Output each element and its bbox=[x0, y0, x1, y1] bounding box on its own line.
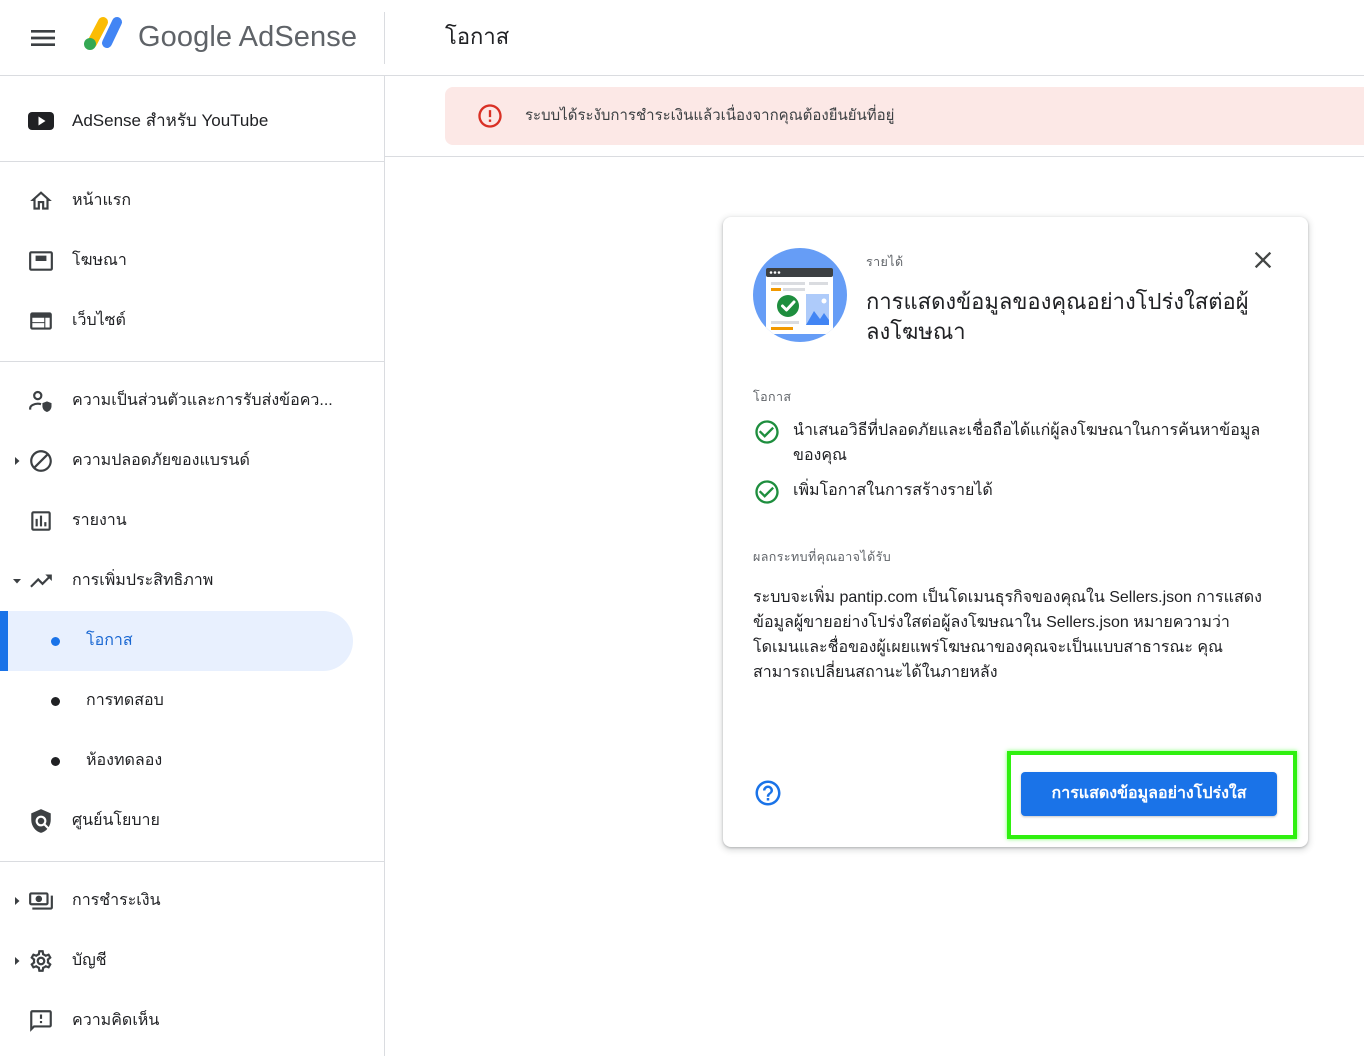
dot-icon bbox=[51, 697, 60, 706]
policy-icon bbox=[28, 808, 54, 834]
dot-icon bbox=[51, 757, 60, 766]
opportunity-card: รายได้ การแสดงข้อมูลของคุณอย่างโปร่งใสต่… bbox=[723, 217, 1308, 847]
trending-up-icon bbox=[28, 568, 54, 594]
sidebar-item-label: การเพิ่มประสิทธิภาพ bbox=[72, 572, 214, 589]
sidebar-item-label: ความคิดเห็น bbox=[72, 1012, 160, 1029]
sidebar-item-label: โฆษณา bbox=[72, 252, 127, 269]
sidebar-item-label: ความปลอดภัยของแบรนด์ bbox=[72, 452, 250, 469]
sidebar-item-label: เว็บไซต์ bbox=[72, 312, 126, 329]
check-circle-icon bbox=[753, 478, 781, 506]
sidebar: AdSense สำหรับ YouTube หน้าแรก โฆษณา เว็… bbox=[0, 76, 385, 1056]
header-divider bbox=[384, 12, 385, 64]
menu-icon[interactable] bbox=[27, 22, 59, 54]
sidebar-item-experiments[interactable]: การทดสอบ bbox=[0, 671, 384, 731]
payments-icon bbox=[28, 888, 54, 914]
home-icon bbox=[28, 188, 54, 214]
sidebar-item-label: ความเป็นส่วนตัวและการรับส่งข้อคว... bbox=[72, 392, 333, 409]
sidebar-item-brand-safety[interactable]: ความปลอดภัยของแบรนด์ bbox=[0, 431, 384, 491]
sidebar-item-reports[interactable]: รายงาน bbox=[0, 491, 384, 551]
sidebar-item-adsense-youtube[interactable]: AdSense สำหรับ YouTube bbox=[0, 91, 384, 151]
feedback-icon bbox=[28, 1008, 54, 1034]
sidebar-divider bbox=[0, 161, 384, 162]
sidebar-item-account[interactable]: บัญชี bbox=[0, 931, 384, 991]
sidebar-item-opportunities[interactable]: โอกาส bbox=[0, 611, 353, 671]
transparency-button[interactable]: การแสดงข้อมูลอย่างโปร่งใส bbox=[1021, 772, 1277, 816]
error-icon bbox=[476, 102, 504, 130]
sidebar-item-label: ห้องทดลอง bbox=[86, 752, 163, 769]
card-category: รายได้ bbox=[866, 255, 904, 269]
impact-label: ผลกระทบที่คุณอาจได้รับ bbox=[753, 550, 892, 564]
product-name[interactable]: Google AdSense bbox=[138, 17, 357, 57]
payment-hold-alert: ระบบได้ระงับการชำระเงินแล้วเนื่องจากคุณต… bbox=[445, 87, 1364, 145]
sidebar-item-label: หน้าแรก bbox=[72, 192, 132, 209]
sidebar-item-feedback[interactable]: ความคิดเห็น bbox=[0, 991, 384, 1051]
sidebar-item-label: รายงาน bbox=[72, 512, 127, 529]
settings-icon bbox=[28, 948, 54, 974]
sidebar-divider bbox=[0, 361, 384, 362]
ads-icon bbox=[28, 248, 54, 274]
check-circle-icon bbox=[753, 418, 781, 446]
sidebar-item-optimization[interactable]: การเพิ่มประสิทธิภาพ bbox=[0, 551, 384, 611]
sidebar-divider bbox=[0, 861, 384, 862]
caret-right-icon[interactable] bbox=[12, 456, 22, 466]
sidebar-item-label: การทดสอบ bbox=[86, 692, 164, 709]
close-icon[interactable] bbox=[1249, 246, 1277, 274]
reports-icon bbox=[28, 508, 54, 534]
alert-message: ระบบได้ระงับการชำระเงินแล้วเนื่องจากคุณต… bbox=[525, 107, 895, 124]
card-title: การแสดงข้อมูลของคุณอย่างโปร่งใสต่อผู้ลงโ… bbox=[866, 289, 1249, 344]
sidebar-item-ads[interactable]: โฆษณา bbox=[0, 231, 384, 291]
sidebar-item-label: โอกาส bbox=[86, 632, 133, 649]
sidebar-item-label: AdSense สำหรับ YouTube bbox=[72, 111, 269, 130]
adsense-logo-icon[interactable] bbox=[82, 15, 124, 51]
block-icon bbox=[28, 448, 54, 474]
sidebar-item-privacy-messaging[interactable]: ความเป็นส่วนตัวและการรับส่งข้อคว... bbox=[0, 371, 384, 431]
top-app-bar: Google AdSense โอกาส bbox=[0, 0, 1364, 76]
caret-right-icon[interactable] bbox=[12, 956, 22, 966]
page-title: โอกาส bbox=[445, 24, 510, 49]
sidebar-item-home[interactable]: หน้าแรก bbox=[0, 171, 384, 231]
benefit-item: นำเสนอวิธีที่ปลอดภัยและเชื่อถือได้แก่ผู้… bbox=[793, 422, 1261, 464]
help-icon[interactable] bbox=[753, 778, 783, 808]
sidebar-item-labs[interactable]: ห้องทดลอง bbox=[0, 731, 384, 791]
dot-icon bbox=[51, 637, 60, 646]
impact-description: ระบบจะเพิ่ม pantip.com เป็นโดเมนธุรกิจขอ… bbox=[753, 589, 1262, 681]
transparency-illustration-icon bbox=[753, 248, 847, 342]
content-divider bbox=[385, 156, 1364, 157]
sidebar-item-payments[interactable]: การชำระเงิน bbox=[0, 871, 384, 931]
benefit-item: เพิ่มโอกาสในการสร้างรายได้ bbox=[793, 482, 993, 499]
youtube-icon bbox=[28, 108, 54, 134]
web-icon bbox=[28, 308, 54, 334]
sidebar-item-label: ศูนย์นโยบาย bbox=[72, 812, 160, 829]
opportunity-label: โอกาส bbox=[753, 390, 792, 404]
privacy-messaging-icon bbox=[28, 388, 54, 414]
caret-right-icon[interactable] bbox=[12, 896, 22, 906]
sidebar-item-sites[interactable]: เว็บไซต์ bbox=[0, 291, 384, 351]
sidebar-item-label: การชำระเงิน bbox=[72, 892, 161, 909]
sidebar-item-policy-center[interactable]: ศูนย์นโยบาย bbox=[0, 791, 384, 851]
sidebar-item-label: บัญชี bbox=[72, 952, 107, 969]
selected-indicator bbox=[0, 611, 8, 671]
caret-down-icon[interactable] bbox=[12, 576, 22, 586]
